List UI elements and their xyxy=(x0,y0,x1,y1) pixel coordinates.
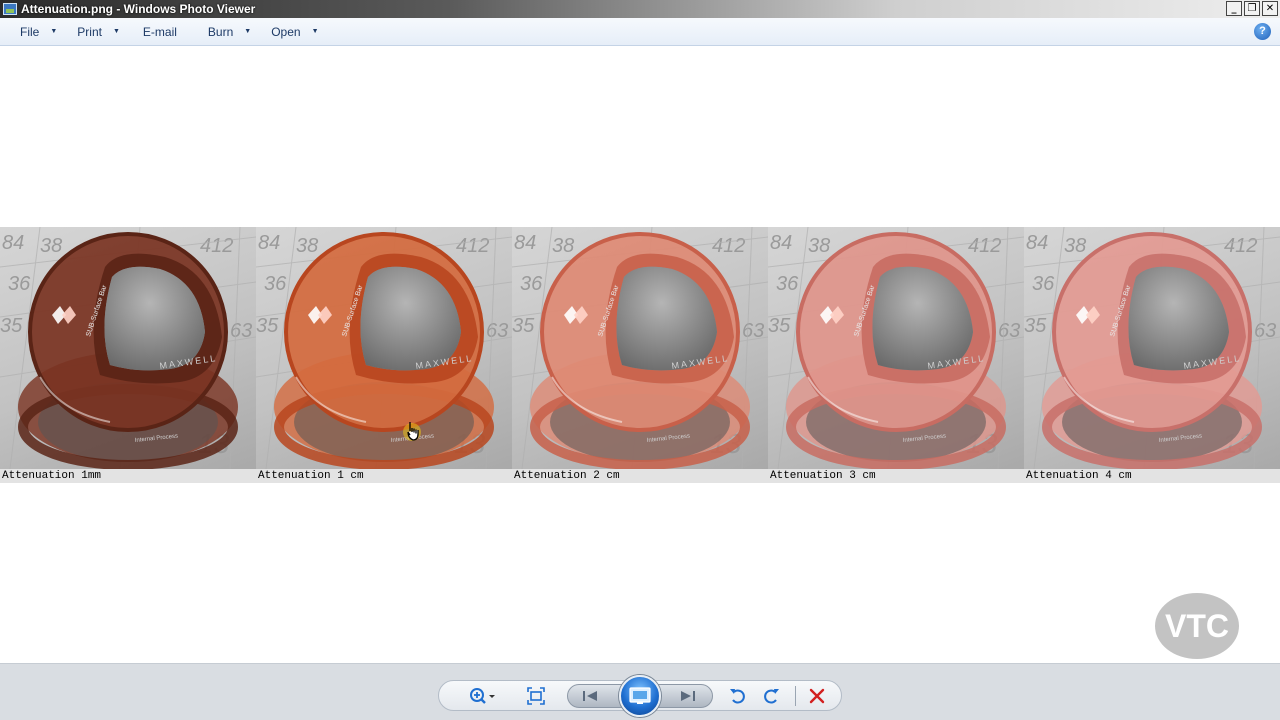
previous-button[interactable] xyxy=(579,686,601,706)
toolbar-separator xyxy=(795,686,796,706)
menu-open-label: Open xyxy=(271,24,301,39)
photo-viewer-app-icon[interactable] xyxy=(3,3,17,15)
rotate-right-icon xyxy=(764,689,779,704)
chevron-down-icon: ▼ xyxy=(112,28,120,35)
chevron-down-icon: ▼ xyxy=(244,28,252,35)
rotate-counterclockwise-button[interactable] xyxy=(727,686,749,706)
zoom-icon xyxy=(470,688,495,704)
playback-controls xyxy=(438,675,842,717)
actual-size-button[interactable] xyxy=(525,686,547,706)
rotate-left-icon xyxy=(730,689,745,704)
grid-number: 412 xyxy=(968,235,1001,257)
menu-burn[interactable]: Burn ▼ xyxy=(208,18,251,46)
slideshow-button[interactable] xyxy=(619,675,661,717)
delete-icon xyxy=(809,688,825,704)
panel-caption: Attenuation 1mm xyxy=(2,470,102,482)
grid-number: 35 xyxy=(768,315,791,337)
glass-sphere-render: 84 38 4123635 6313MAXWELLSUB-Surface BarInt… xyxy=(256,227,512,469)
previous-icon xyxy=(583,691,597,701)
image-viewport[interactable]: 84 38 412 36 35 63 13 MAXWELL SUB-Surface Bar Int… xyxy=(0,46,1280,663)
panel-caption: Attenuation 3 cm xyxy=(770,470,876,482)
material-render: 84 38 412 36 35 63 13 MAXWELL SUB-Surface Bar Int… xyxy=(256,227,512,469)
material-render: 84 38 412 36 35 63 13 MAXWELL SUB-Surface Bar Int… xyxy=(1024,227,1280,469)
attenuation-panel: 84 38 412 36 35 63 13 MAXWELL SUB-Surface Bar Int… xyxy=(768,227,1024,483)
grid-number: 38 xyxy=(40,235,62,257)
next-icon xyxy=(681,691,695,701)
material-render: 84 38 412 36 35 63 13 MAXWELL SUB-Surface Bar Int… xyxy=(768,227,1024,469)
attenuation-panel: 84 38 412 36 35 63 13 MAXWELL SUB-Surface Bar Int… xyxy=(512,227,768,483)
vtc-watermark-logo: VTC xyxy=(1155,593,1239,659)
glass-sphere-render: 84 38 4123635 6313MAXWELLSUB-Surface BarInt… xyxy=(0,227,256,469)
menu-file[interactable]: File ▼ xyxy=(20,18,57,46)
panel-caption: Attenuation 4 cm xyxy=(1026,470,1132,482)
grid-number: 84 xyxy=(2,232,24,254)
grid-number: 38 xyxy=(808,235,830,257)
grid-number: 38 xyxy=(1064,235,1086,257)
grid-number: 84 xyxy=(1026,232,1048,254)
menu-print-label: Print xyxy=(77,24,102,39)
grid-number: 36 xyxy=(264,273,287,295)
panel-caption: Attenuation 2 cm xyxy=(514,470,620,482)
help-icon[interactable]: ? xyxy=(1254,23,1271,40)
grid-number: 412 xyxy=(1224,235,1257,257)
glass-sphere-render: 84 38 4123635 6313MAXWELLSUB-Surface BarInt… xyxy=(512,227,768,469)
chevron-down-icon: ▼ xyxy=(50,28,58,35)
restore-button[interactable]: ❐ xyxy=(1244,1,1260,16)
displayed-image: 84 38 412 36 35 63 13 MAXWELL SUB-Surface Bar Int… xyxy=(0,227,1280,483)
grid-number: 84 xyxy=(514,232,536,254)
grid-number: 36 xyxy=(1032,273,1055,295)
grid-number: 84 xyxy=(258,232,280,254)
grid-number: 36 xyxy=(520,273,543,295)
close-button[interactable]: ✕ xyxy=(1262,1,1278,16)
grid-number: 35 xyxy=(256,315,279,337)
grid-number: 412 xyxy=(200,235,233,257)
window-title: Attenuation.png - Windows Photo Viewer xyxy=(21,2,256,16)
glass-sphere-render: 84 38 4123635 6313MAXWELLSUB-Surface BarInt… xyxy=(1024,227,1280,469)
grid-number: 63 xyxy=(486,320,508,342)
grid-number: 35 xyxy=(512,315,535,337)
window-controls: _ ❐ ✕ xyxy=(1226,1,1278,16)
menu-bar: File ▼ Print ▼ E-mail Burn ▼ Open ▼ ? xyxy=(0,18,1280,46)
menu-burn-label: Burn xyxy=(207,24,234,39)
grid-number: 63 xyxy=(230,320,252,342)
grid-number: 412 xyxy=(712,235,745,257)
panel-caption: Attenuation 1 cm xyxy=(258,470,364,482)
grid-number: 63 xyxy=(1254,320,1276,342)
vtc-watermark-text: VTC xyxy=(1165,608,1229,644)
bottom-toolbar xyxy=(0,663,1280,720)
menu-email[interactable]: E-mail xyxy=(143,18,177,46)
glass-sphere-render: 84 38 4123635 6313MAXWELLSUB-Surface BarInt… xyxy=(768,227,1024,469)
grid-number: 38 xyxy=(296,235,318,257)
attenuation-panel: 84 38 412 36 35 63 13 MAXWELL SUB-Surface Bar Int… xyxy=(256,227,512,483)
delete-button[interactable] xyxy=(806,686,828,706)
grid-number: 36 xyxy=(776,273,799,295)
grid-number: 35 xyxy=(1024,315,1047,337)
grid-number: 63 xyxy=(998,320,1020,342)
menu-email-label: E-mail xyxy=(142,24,177,39)
grid-number: 35 xyxy=(0,315,23,337)
rotate-clockwise-button[interactable] xyxy=(760,686,782,706)
menu-file-label: File xyxy=(20,24,40,39)
grid-number: 36 xyxy=(8,273,31,295)
grid-number: 63 xyxy=(742,320,764,342)
title-bar: Attenuation.png - Windows Photo Viewer _… xyxy=(0,0,1280,18)
grid-number: 38 xyxy=(552,235,574,257)
attenuation-panel: 84 38 412 36 35 63 13 MAXWELL SUB-Surface Bar Int… xyxy=(1024,227,1280,483)
chevron-down-icon: ▼ xyxy=(311,28,319,35)
fit-window-icon xyxy=(527,687,545,705)
hand-cursor-icon xyxy=(403,422,421,441)
attenuation-panel: 84 38 412 36 35 63 13 MAXWELL SUB-Surface Bar Int… xyxy=(0,227,256,483)
slideshow-icon xyxy=(629,687,651,704)
material-render: 84 38 412 36 35 63 13 MAXWELL SUB-Surface Bar Int… xyxy=(512,227,768,469)
next-button[interactable] xyxy=(677,686,699,706)
minimize-button[interactable]: _ xyxy=(1226,1,1242,16)
menu-open[interactable]: Open ▼ xyxy=(271,18,318,46)
menu-print[interactable]: Print ▼ xyxy=(77,18,120,46)
material-render: 84 38 412 36 35 63 13 MAXWELL SUB-Surface Bar Int… xyxy=(0,227,256,469)
grid-number: 412 xyxy=(456,235,489,257)
zoom-button[interactable] xyxy=(467,686,497,706)
grid-number: 84 xyxy=(770,232,792,254)
